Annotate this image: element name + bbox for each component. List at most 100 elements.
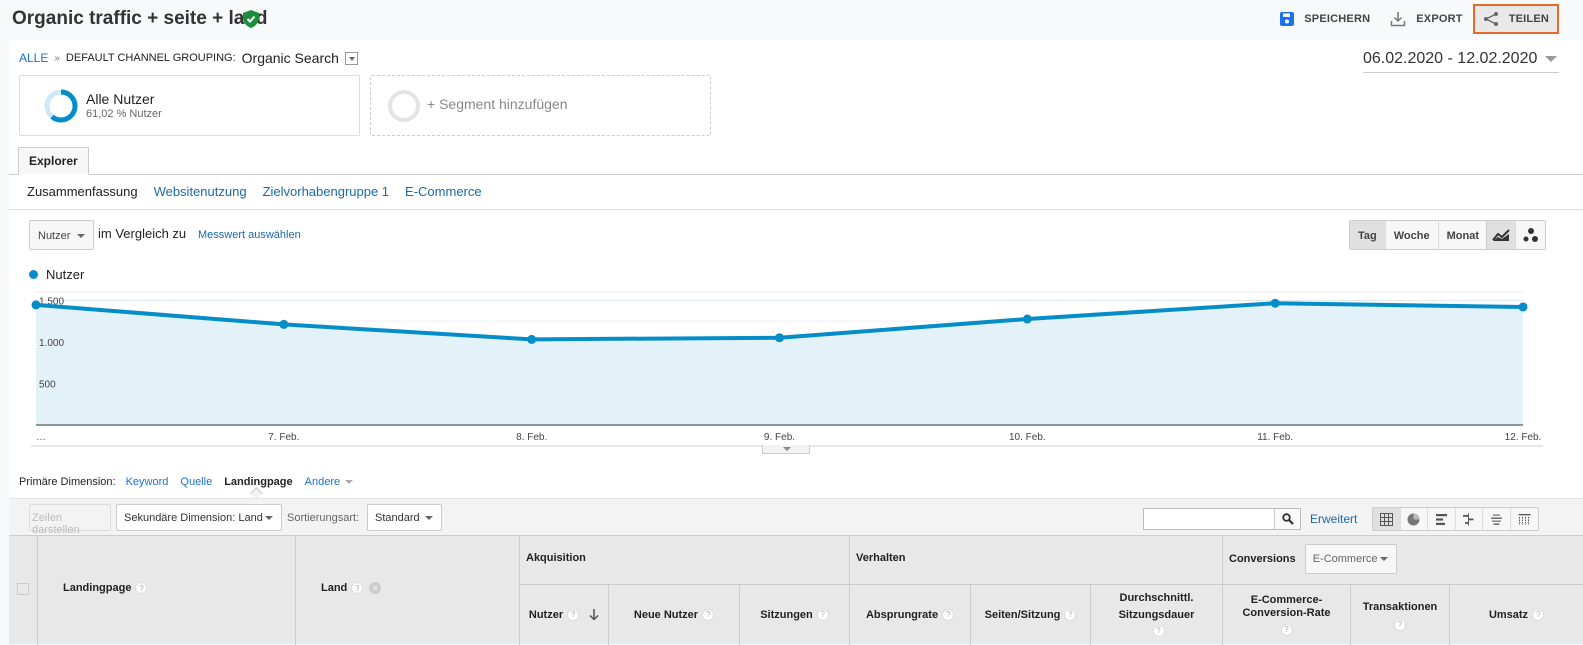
secondary-dimension-value: Sekundäre Dimension: Land bbox=[124, 512, 263, 524]
group-header-behavior: Verhalten bbox=[849, 536, 1222, 584]
column-label: E-Commerce-Conversion-Rate bbox=[1242, 593, 1331, 619]
view-term-cloud-button[interactable] bbox=[1483, 508, 1511, 530]
column-header-landingpage[interactable]: Landingpage? bbox=[37, 536, 295, 645]
secondary-dimension-select[interactable]: Sekundäre Dimension: Land bbox=[116, 504, 282, 531]
column-header-bounce-rate[interactable]: Absprungrate? bbox=[849, 584, 970, 645]
report-header: Organic traffic + seite + land SPEICHERN… bbox=[0, 0, 1583, 40]
select-all-checkbox[interactable] bbox=[17, 583, 29, 595]
export-button[interactable]: EXPORT bbox=[1380, 4, 1472, 34]
conversion-type-select[interactable]: E-Commerce bbox=[1304, 544, 1397, 574]
data-point[interactable] bbox=[775, 333, 784, 343]
view-comparison-button[interactable] bbox=[1455, 508, 1483, 530]
subtab-ecommerce[interactable]: E-Commerce bbox=[405, 184, 482, 199]
help-icon[interactable]: ? bbox=[942, 609, 955, 621]
data-point[interactable] bbox=[31, 300, 41, 310]
table-header: Landingpage? Land? × Akquisition Verhalte… bbox=[9, 535, 1583, 645]
breadcrumb-separator: » bbox=[54, 52, 60, 64]
save-button[interactable]: SPEICHERN bbox=[1270, 4, 1380, 34]
subtabs-divider bbox=[9, 209, 1583, 210]
subtab-goal-set-1[interactable]: Zielvorhabengruppe 1 bbox=[263, 184, 389, 199]
line-chart-button[interactable] bbox=[1487, 221, 1516, 249]
granularity-day-button[interactable]: Tag bbox=[1350, 221, 1386, 249]
granularity-toggle: Tag Woche Monat bbox=[1349, 220, 1488, 250]
plot-rows-button[interactable]: Zeilen darstellen bbox=[29, 504, 111, 536]
chevron-down-icon bbox=[1545, 56, 1557, 62]
data-point[interactable] bbox=[1518, 302, 1528, 312]
granularity-month-button[interactable]: Monat bbox=[1438, 221, 1487, 249]
view-pivot-button[interactable] bbox=[1510, 508, 1538, 530]
tab-explorer[interactable]: Explorer bbox=[18, 147, 89, 175]
term-cloud-icon bbox=[1490, 514, 1502, 525]
metric-select[interactable]: Nutzer bbox=[29, 220, 94, 250]
table-search-input[interactable] bbox=[1143, 508, 1301, 530]
compare-label: im Vergleich zu bbox=[98, 226, 187, 241]
help-icon[interactable]: ? bbox=[1532, 609, 1545, 621]
help-icon[interactable]: ? bbox=[1394, 618, 1406, 631]
breadcrumb-dropdown-icon[interactable] bbox=[344, 51, 358, 65]
column-header-ecommerce-conversion-rate[interactable]: E-Commerce-Conversion-Rate? bbox=[1222, 584, 1350, 645]
caret-down-icon bbox=[1379, 557, 1388, 561]
x-tick-label: 11. Feb. bbox=[1257, 432, 1293, 443]
caret-down-icon bbox=[425, 516, 433, 520]
remove-dimension-icon[interactable]: × bbox=[369, 582, 382, 594]
page-title: Organic traffic + seite + land bbox=[12, 8, 268, 29]
segment-title: Alle Nutzer bbox=[86, 91, 155, 107]
caret-down-icon bbox=[77, 234, 85, 238]
export-label: EXPORT bbox=[1416, 13, 1463, 25]
dimension-keyword[interactable]: Keyword bbox=[126, 476, 169, 488]
data-point[interactable] bbox=[279, 319, 289, 329]
help-icon[interactable]: ? bbox=[1280, 624, 1293, 637]
data-point[interactable] bbox=[1270, 298, 1280, 308]
chart-collapse-handle[interactable] bbox=[762, 445, 810, 454]
explorer-subtabs: Zusammenfassung Websitenutzung Zielvorha… bbox=[27, 184, 482, 199]
segment-all-users[interactable]: Alle Nutzer 61,02 % Nutzer bbox=[19, 75, 360, 136]
data-point[interactable] bbox=[1022, 314, 1032, 324]
search-button[interactable] bbox=[1274, 509, 1300, 529]
column-header-sessions[interactable]: Sitzungen? bbox=[739, 584, 849, 645]
help-icon[interactable]: ? bbox=[702, 609, 715, 621]
column-header-pages-per-session[interactable]: Seiten/Sitzung? bbox=[970, 584, 1090, 645]
help-icon[interactable]: ? bbox=[1152, 625, 1165, 638]
y-tick-label: 500 bbox=[39, 379, 56, 390]
dimension-source[interactable]: Quelle bbox=[180, 476, 212, 488]
view-pie-button[interactable] bbox=[1400, 508, 1428, 530]
help-icon[interactable]: ? bbox=[351, 582, 364, 595]
add-segment-button[interactable]: + Segment hinzufügen bbox=[370, 75, 711, 136]
legend-marker bbox=[29, 270, 38, 279]
x-tick-label: 7. Feb. bbox=[268, 432, 299, 443]
x-axis-ticks: … 7. Feb. 8. Feb. 9. Feb. 10. Feb. 11. Feb. 12… bbox=[36, 432, 1541, 443]
column-header-avg-session-duration[interactable]: Durchschnittl. Sitzungsdauer? bbox=[1090, 584, 1222, 645]
motion-chart-button[interactable] bbox=[1516, 221, 1545, 249]
dimension-other-dropdown[interactable]: Andere bbox=[305, 476, 354, 488]
column-header-revenue[interactable]: Umsatz? bbox=[1449, 584, 1583, 645]
column-label: Absprungrate bbox=[865, 608, 939, 621]
subtab-site-usage[interactable]: Websitenutzung bbox=[154, 184, 247, 199]
advanced-filter-link[interactable]: Erweitert bbox=[1310, 512, 1357, 526]
granularity-week-button[interactable]: Woche bbox=[1385, 221, 1439, 249]
conversion-type-value: E-Commerce bbox=[1312, 553, 1378, 565]
help-icon[interactable]: ? bbox=[567, 609, 580, 621]
dimension-landingpage[interactable]: Landingpage bbox=[224, 476, 292, 488]
help-icon[interactable]: ? bbox=[816, 609, 829, 621]
view-performance-button[interactable] bbox=[1428, 508, 1456, 530]
column-header-new-users[interactable]: Neue Nutzer? bbox=[608, 584, 739, 645]
subtab-summary[interactable]: Zusammenfassung bbox=[27, 184, 138, 199]
choose-metric-link[interactable]: Messwert auswählen bbox=[198, 229, 301, 241]
share-button[interactable]: TEILEN bbox=[1472, 4, 1559, 34]
x-tick-label: 9. Feb. bbox=[764, 432, 795, 443]
column-header-users[interactable]: Nutzer? bbox=[519, 584, 608, 645]
data-point[interactable] bbox=[527, 334, 537, 344]
report-panel: ALLE » DEFAULT CHANNEL GROUPING: Organic… bbox=[9, 40, 1583, 645]
table-view-toggle bbox=[1372, 507, 1539, 531]
breadcrumb-root-link[interactable]: ALLE bbox=[19, 51, 48, 65]
view-table-button[interactable] bbox=[1373, 508, 1401, 530]
sort-type-select[interactable]: Standard bbox=[367, 504, 442, 531]
segment-donut-icon bbox=[44, 89, 78, 123]
date-range-picker[interactable]: 06.02.2020 - 12.02.2020 bbox=[1363, 50, 1559, 73]
help-icon[interactable]: ? bbox=[1064, 609, 1077, 621]
column-label: Umsatz bbox=[1488, 608, 1529, 621]
save-label: SPEICHERN bbox=[1304, 13, 1371, 25]
column-header-country[interactable]: Land? × bbox=[295, 536, 519, 645]
column-header-transactions[interactable]: Transaktionen? bbox=[1350, 584, 1449, 645]
help-icon[interactable]: ? bbox=[135, 582, 148, 595]
